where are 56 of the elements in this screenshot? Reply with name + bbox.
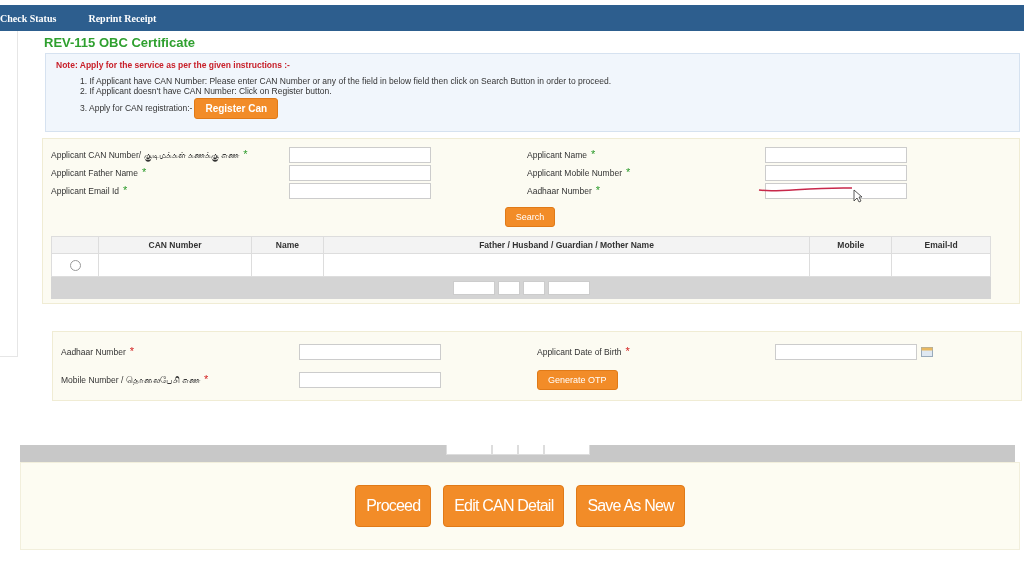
input-field[interactable] <box>289 147 431 163</box>
input-field[interactable] <box>299 344 441 360</box>
field-label: Aadhaar Number <box>527 186 592 196</box>
required-mark: * <box>243 148 248 160</box>
required-mark: * <box>595 184 600 196</box>
pager-button[interactable] <box>517 445 544 455</box>
column-header: Name <box>251 236 324 254</box>
register-can-button[interactable]: Register Can <box>194 98 279 119</box>
field-label: Mobile Number / தொலைபேசி எண <box>61 375 201 385</box>
pager-button[interactable] <box>497 281 520 295</box>
required-mark: * <box>129 345 134 357</box>
input-field[interactable] <box>775 344 917 360</box>
action-button[interactable]: Save As New <box>576 485 685 527</box>
input-field[interactable] <box>765 183 907 199</box>
search-button[interactable]: Search <box>504 207 556 227</box>
required-mark: * <box>625 345 630 357</box>
required-mark: * <box>591 148 596 160</box>
input-field[interactable] <box>299 372 441 388</box>
field-label: Applicant Email Id <box>51 186 120 196</box>
column-header: Email-Id <box>891 236 991 254</box>
required-mark: * <box>625 166 631 178</box>
radio-button[interactable] <box>69 259 81 271</box>
pager-button[interactable] <box>445 445 492 455</box>
nav-link[interactable]: Check Status <box>0 12 57 24</box>
pager-button[interactable] <box>522 281 545 295</box>
generate-otp-button[interactable]: Generate OTP <box>537 370 618 390</box>
pager-button[interactable] <box>452 281 495 295</box>
input-field[interactable] <box>289 183 431 199</box>
action-button[interactable]: Edit CAN Detail <box>443 485 565 527</box>
required-mark: * <box>204 373 209 385</box>
instruction-text: 2. If Applicant doesn't have CAN Number: Click on Register button. <box>80 86 332 96</box>
column-header: CAN Number <box>98 236 252 254</box>
action-button[interactable]: Proceed <box>355 485 432 527</box>
nav-link[interactable]: Reprint Receipt <box>88 12 157 24</box>
column-header: Father / Husband / Guardian / Mother Name <box>323 236 810 254</box>
cursor-icon <box>853 189 863 203</box>
instruction-text: 1. If Applicant have CAN Number: Please enter CAN Number or any of the field in below field then click on Search Button in order to proceed. <box>80 76 612 86</box>
page-title: REV-115 OBC Certificate <box>44 35 196 50</box>
calendar-icon[interactable] <box>921 347 933 357</box>
required-mark: * <box>123 184 128 196</box>
pager-button[interactable] <box>543 445 590 455</box>
field-label: Applicant Date of Birth <box>537 347 622 357</box>
input-field[interactable] <box>765 165 907 181</box>
column-header: Mobile <box>809 236 892 254</box>
field-label: Applicant Name <box>527 150 587 160</box>
field-label: Applicant CAN Number/ குடிமக்கள் கணக்கு எண <box>51 150 240 160</box>
field-label: Applicant Father Name <box>51 168 138 178</box>
instruction-text: 3. Apply for CAN registration:- <box>80 102 193 113</box>
pager-button[interactable] <box>547 281 590 295</box>
input-field[interactable] <box>765 147 907 163</box>
field-label: Applicant Mobile Number <box>527 168 622 178</box>
pager-button[interactable] <box>491 445 518 455</box>
field-label: Aadhaar Number <box>61 347 126 357</box>
input-field[interactable] <box>289 165 431 181</box>
note-heading: Note: Apply for the service as per the given instructions :- <box>56 60 291 70</box>
required-mark: * <box>141 166 147 178</box>
